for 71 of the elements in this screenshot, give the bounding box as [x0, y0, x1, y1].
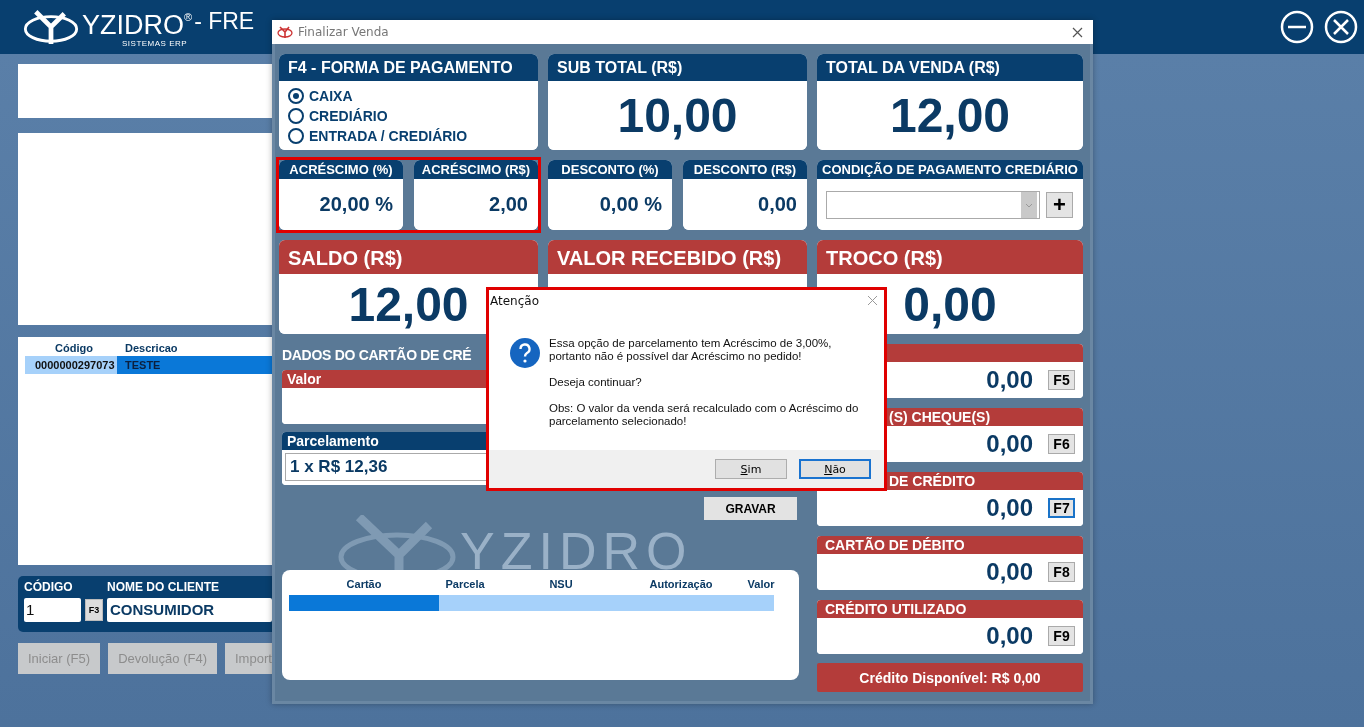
- card-header: SALDO (R$): [279, 240, 538, 274]
- card-header: CARTÃO DE DÉBITO: [817, 536, 1083, 554]
- card-header: CRÉDITO UTILIZADO: [817, 600, 1083, 618]
- client-name-field[interactable]: CONSUMIDOR: [107, 598, 272, 622]
- column-header: Autorização: [648, 578, 714, 592]
- table-cell[interactable]: TESTE: [117, 356, 272, 374]
- column-header: Parcela: [444, 578, 486, 592]
- dialog-message: Essa opção de parcelamento tem Acréscimo de 3,00%, portanto não é possível dar Acréscimo no pedido!: [549, 337, 833, 363]
- surcharge-value[interactable]: 2,00: [489, 193, 528, 216]
- close-icon[interactable]: [1072, 26, 1083, 38]
- add-button[interactable]: +: [1046, 191, 1073, 218]
- logo-text: YZIDRO: [82, 10, 184, 39]
- card-header: ACRÉSCIMO (%): [279, 160, 403, 179]
- surcharge-value[interactable]: 20,00 %: [319, 193, 393, 216]
- code-label: CÓDIGO: [24, 580, 74, 594]
- client-name-label: NOME DO CLIENTE: [107, 580, 219, 594]
- available-credit-bar: Crédito Disponível: R$ 0,00: [817, 663, 1083, 692]
- registered-mark: ®: [184, 10, 193, 23]
- card-header: CONDIÇÃO DE PAGAMENTO CREDIÁRIO: [817, 160, 1083, 179]
- lookup-button[interactable]: F3: [85, 599, 103, 621]
- card-header: ACRÉSCIMO (R$): [414, 160, 538, 179]
- shortcut-button[interactable]: F8: [1048, 562, 1075, 582]
- shortcut-button[interactable]: F9: [1048, 626, 1075, 646]
- dialog-message: Deseja continuar?: [549, 376, 643, 389]
- question-icon: [509, 337, 541, 369]
- card-header: VALOR RECEBIDO (R$): [548, 240, 807, 274]
- radio-button[interactable]: [288, 128, 304, 144]
- section-title: DADOS DO CARTÃO DE CRÉ: [282, 347, 472, 363]
- payment-value[interactable]: 0,00: [986, 494, 1033, 522]
- logo-subtitle: SISTEMAS ERP: [122, 38, 189, 48]
- app-title: - FRE: [194, 7, 255, 35]
- logo-icon: [22, 8, 80, 46]
- app-icon: [277, 26, 293, 38]
- card-header: TROCO (R$): [817, 240, 1083, 274]
- shortcut-button[interactable]: F7: [1048, 498, 1075, 518]
- column-header: NSU: [548, 578, 574, 592]
- dialog-title: Atenção: [490, 293, 539, 308]
- window-title: Finalizar Venda: [298, 25, 389, 39]
- shortcut-button[interactable]: F6: [1048, 434, 1075, 454]
- dialog-button[interactable]: Não: [799, 459, 871, 479]
- code-field[interactable]: 1: [24, 598, 81, 622]
- card-header: DESCONTO (R$): [683, 160, 807, 179]
- card-header: TOTAL DA VENDA (R$): [817, 54, 1083, 81]
- column-header: Código: [54, 342, 94, 356]
- table-cell[interactable]: 0000000297073: [25, 356, 117, 374]
- radio-label[interactable]: ENTRADA / CREDIÁRIO: [309, 128, 468, 144]
- discount-value[interactable]: 0,00: [758, 193, 797, 216]
- discount-value[interactable]: 0,00 %: [599, 193, 662, 216]
- column-header: Descricao: [124, 342, 179, 356]
- card-header: DESCONTO (%): [548, 160, 672, 179]
- total-value: 12,00: [889, 88, 1011, 143]
- payment-value[interactable]: 0,00: [986, 558, 1033, 586]
- balance-value: 0,00: [903, 276, 997, 332]
- subtotal-value: 10,00: [617, 88, 738, 143]
- payment-value[interactable]: 0,00: [986, 622, 1033, 650]
- payment-value[interactable]: 0,00: [986, 430, 1033, 458]
- card-header: F4 - FORMA DE PAGAMENTO: [279, 54, 538, 81]
- radio-label[interactable]: CAIXA: [309, 88, 353, 104]
- radio-label[interactable]: CREDIÁRIO: [309, 108, 388, 124]
- save-button[interactable]: GRAVAR: [704, 497, 797, 520]
- column-header: Cartão: [345, 578, 383, 592]
- radio-button[interactable]: [288, 88, 304, 104]
- shortcut-button[interactable]: F5: [1048, 370, 1075, 390]
- card-header: SUB TOTAL (R$): [548, 54, 807, 81]
- column-header: Valor: [746, 578, 776, 592]
- watermark-text: YZIDRO: [460, 521, 693, 580]
- payment-value[interactable]: 0,00: [986, 366, 1033, 394]
- radio-button[interactable]: [288, 108, 304, 124]
- dialog-button[interactable]: Sim: [715, 459, 787, 479]
- minimize-icon[interactable]: [1280, 10, 1314, 44]
- balance-value: 12,00: [348, 276, 469, 332]
